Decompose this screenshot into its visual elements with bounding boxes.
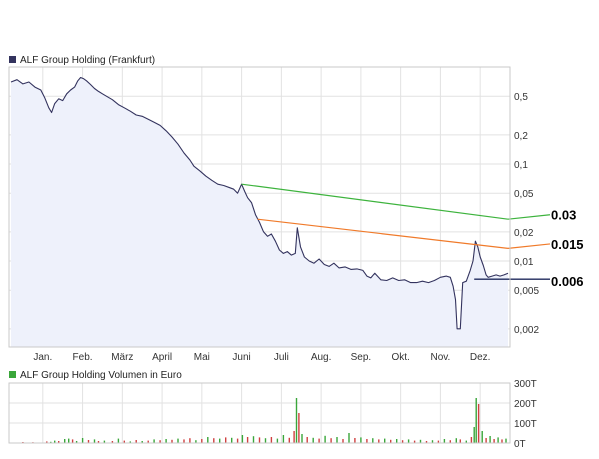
volume-bar (153, 439, 155, 443)
volume-bar (485, 438, 487, 443)
volume-bar (236, 438, 239, 443)
volume-bar (293, 431, 295, 443)
volume-bar (301, 434, 303, 443)
volume-bar (342, 439, 344, 443)
price-y-tick-label: 0,1 (514, 160, 528, 171)
volume-bar (71, 439, 74, 443)
volume-bar (336, 437, 338, 443)
volume-bar (489, 436, 491, 443)
volume-bar (270, 437, 273, 443)
volume-bar (264, 438, 267, 443)
price-y-tick-label: 0,5 (514, 92, 528, 103)
volume-bar (470, 437, 473, 443)
volume-bar (201, 439, 203, 443)
x-tick-label: Nov. (430, 352, 450, 363)
price-y-tick-label: 0,005 (514, 286, 539, 297)
volume-bar (282, 435, 285, 443)
volume-plot-frame (8, 382, 511, 444)
volume-bar (505, 438, 507, 443)
volume-bar (213, 438, 215, 443)
annotation-label-0-03: 0.03 (551, 208, 576, 223)
volume-bar (477, 404, 480, 443)
x-tick-label: Feb. (73, 352, 93, 363)
volume-bar (117, 438, 120, 443)
volume-bar (475, 398, 477, 443)
chart-svg: ALF Group Holding (Frankfurt) 0,5 0,2 0,1 0,… (8, 55, 584, 450)
volume-bar (443, 439, 446, 443)
volume-bar (354, 438, 356, 443)
x-tick-label: Dez. (470, 352, 491, 363)
volume-bar (348, 433, 350, 443)
volume-bar (407, 439, 410, 443)
x-tick-label: Juni (232, 352, 250, 363)
volume-bar (318, 438, 320, 443)
annotation-leader-0-015 (507, 243, 551, 249)
volume-bar (366, 439, 368, 443)
volume-bar (81, 438, 84, 443)
volume-bar (64, 439, 66, 443)
volume-bar (189, 438, 191, 443)
volume-bar (207, 437, 209, 443)
volume-bar (219, 438, 221, 443)
x-tick-label: Sep. (351, 352, 372, 363)
x-tick-label: Aug. (311, 352, 332, 363)
x-tick-label: Juli (274, 352, 289, 363)
volume-bar (312, 437, 314, 443)
volume-bar (497, 437, 499, 443)
volume-bar (330, 438, 332, 443)
legend-swatch-volume (9, 371, 16, 378)
volume-bar (231, 437, 233, 443)
x-tick-label: Jan. (33, 352, 52, 363)
x-tick-label: März (111, 352, 133, 363)
volume-bar (258, 437, 261, 443)
volume-bar (324, 435, 326, 443)
volume-bar (384, 438, 386, 443)
volume-bar (298, 413, 300, 443)
volume-bar (68, 438, 70, 443)
volume-bar (165, 439, 167, 443)
volume-y-tick-label: 300T (514, 379, 537, 390)
volume-bar (252, 436, 255, 443)
x-tick-label: Mai (194, 352, 210, 363)
annotation-label-0-015: 0.015 (551, 237, 584, 252)
volume-bar (372, 438, 374, 443)
price-y-tick-label: 0,2 (514, 131, 528, 142)
volume-bar (378, 439, 380, 443)
volume-bar (473, 427, 475, 443)
volume-bar (481, 431, 483, 443)
volume-bar (459, 439, 461, 443)
price-panel: ALF Group Holding (Frankfurt) 0,5 0,2 0,1 0,… (8, 55, 584, 363)
price-y-tick-label: 0,05 (514, 189, 534, 200)
chart-area: ALF Group Holding (Frankfurt) 0,5 0,2 0,1 0,… (0, 0, 599, 459)
price-y-tick-label: 0,002 (514, 325, 539, 336)
volume-bar (396, 439, 398, 443)
annotation-leader-0-03 (507, 214, 551, 220)
volume-bar (306, 437, 308, 443)
x-tick-label: April (152, 352, 172, 363)
volume-bar (225, 437, 227, 443)
price-y-tick-label: 0,01 (514, 257, 534, 268)
volume-bar (241, 435, 244, 443)
annotation-label-0-006: 0.006 (551, 274, 584, 289)
volume-y-tick-label: 100T (514, 419, 537, 430)
volume-bar (183, 439, 185, 443)
volume-bar (288, 437, 290, 443)
volume-bar (501, 439, 503, 443)
legend-label-volume: ALF Group Holding Volumen in Euro (20, 370, 182, 381)
volume-bar (295, 398, 298, 443)
volume-bar (93, 439, 96, 443)
volume-y-tick-label: 0T (514, 439, 526, 450)
legend-label-price: ALF Group Holding (Frankfurt) (20, 55, 155, 66)
volume-bar (246, 437, 249, 443)
volume-bar (455, 438, 457, 443)
volume-bar (177, 438, 179, 443)
x-tick-label: Okt. (391, 352, 409, 363)
volume-bar (493, 439, 495, 443)
legend-swatch-price (9, 56, 16, 63)
volume-y-tick-label: 200T (514, 399, 537, 410)
price-y-tick-label: 0,02 (514, 228, 534, 239)
volume-bar (276, 438, 279, 443)
volume-panel: ALF Group Holding Volumen in Euro 300T 200… (8, 370, 537, 450)
volume-bar (360, 437, 362, 443)
